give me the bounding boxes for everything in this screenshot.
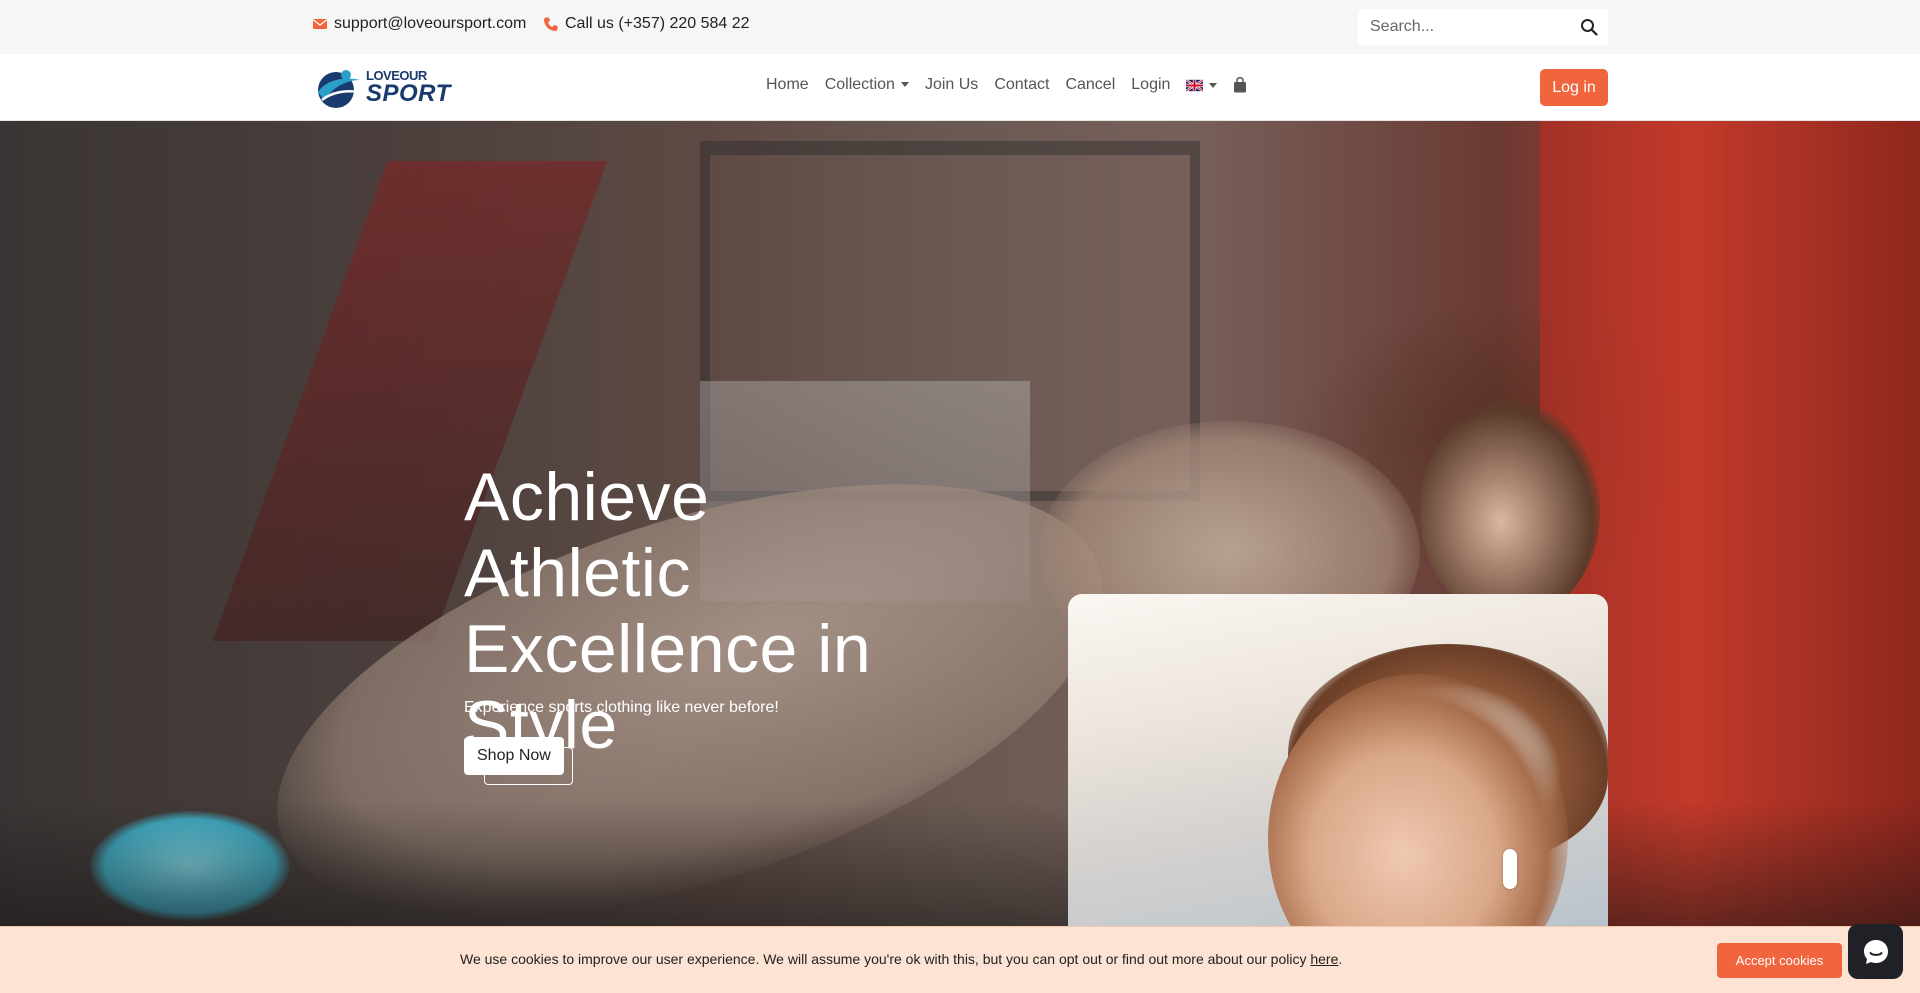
phone-contact[interactable]: Call us (+357) 220 584 22 (543, 15, 750, 33)
email-contact[interactable]: support@loveoursport.com (312, 15, 526, 33)
main-navbar: LOVEOUR SPORT Home Collection Join Us Co… (0, 54, 1920, 121)
logo-swoosh-icon (318, 70, 360, 108)
chevron-down-icon (1209, 82, 1218, 88)
cookie-policy-link[interactable]: here (1310, 951, 1338, 967)
nav-collection-label: Collection (824, 76, 895, 93)
chevron-down-icon (900, 82, 909, 88)
hero-athlete-head (1420, 401, 1600, 621)
hero-banner: Achieve Athletic Excellence in Style Exp… (0, 121, 1920, 926)
cookie-message: We use cookies to improve our user exper… (460, 951, 1342, 967)
uk-flag-icon (1186, 78, 1204, 92)
phone-text[interactable]: Call us (+357) 220 584 22 (565, 15, 750, 33)
search-box (1358, 9, 1608, 45)
search-input[interactable] (1358, 10, 1568, 44)
cookie-banner: We use cookies to improve our user exper… (0, 926, 1920, 993)
hero-subtitle: Experience sports clothing like never be… (464, 699, 779, 716)
hero-portrait-image (1068, 594, 1608, 926)
accept-cookies-button[interactable]: Accept cookies (1717, 943, 1842, 978)
nav-collection[interactable]: Collection (825, 76, 909, 94)
logo-text-main: SPORT (366, 80, 451, 107)
shop-now-button[interactable]: Shop Now (464, 737, 564, 775)
nav-join-us[interactable]: Join Us (925, 76, 978, 94)
nav-contact[interactable]: Contact (994, 76, 1049, 94)
nav-login[interactable]: Login (1131, 76, 1170, 94)
envelope-icon (313, 19, 327, 29)
nav-home[interactable]: Home (766, 76, 809, 94)
phone-icon (544, 17, 558, 31)
nav-menu: Home Collection Join Us Contact Cancel L… (766, 76, 1247, 94)
shopping-bag-icon[interactable] (1233, 77, 1247, 93)
earbud-icon (1503, 849, 1517, 889)
login-button[interactable]: Log in (1540, 69, 1608, 106)
chat-widget-button[interactable] (1848, 924, 1903, 979)
email-text[interactable]: support@loveoursport.com (334, 15, 526, 33)
cookie-text: We use cookies to improve our user exper… (460, 951, 1311, 967)
cookie-text-end: . (1338, 951, 1343, 967)
language-selector[interactable] (1186, 78, 1218, 92)
hero-title: Achieve Athletic Excellence in Style (464, 459, 872, 763)
brand-logo[interactable]: LOVEOUR SPORT (312, 66, 464, 110)
hero-floor-shadow (0, 801, 1920, 926)
search-icon[interactable] (1580, 18, 1598, 36)
nav-cancel[interactable]: Cancel (1065, 76, 1115, 94)
top-contact-bar: support@loveoursport.com Call us (+357) … (0, 0, 1920, 54)
chat-bubble-icon (1863, 939, 1888, 964)
